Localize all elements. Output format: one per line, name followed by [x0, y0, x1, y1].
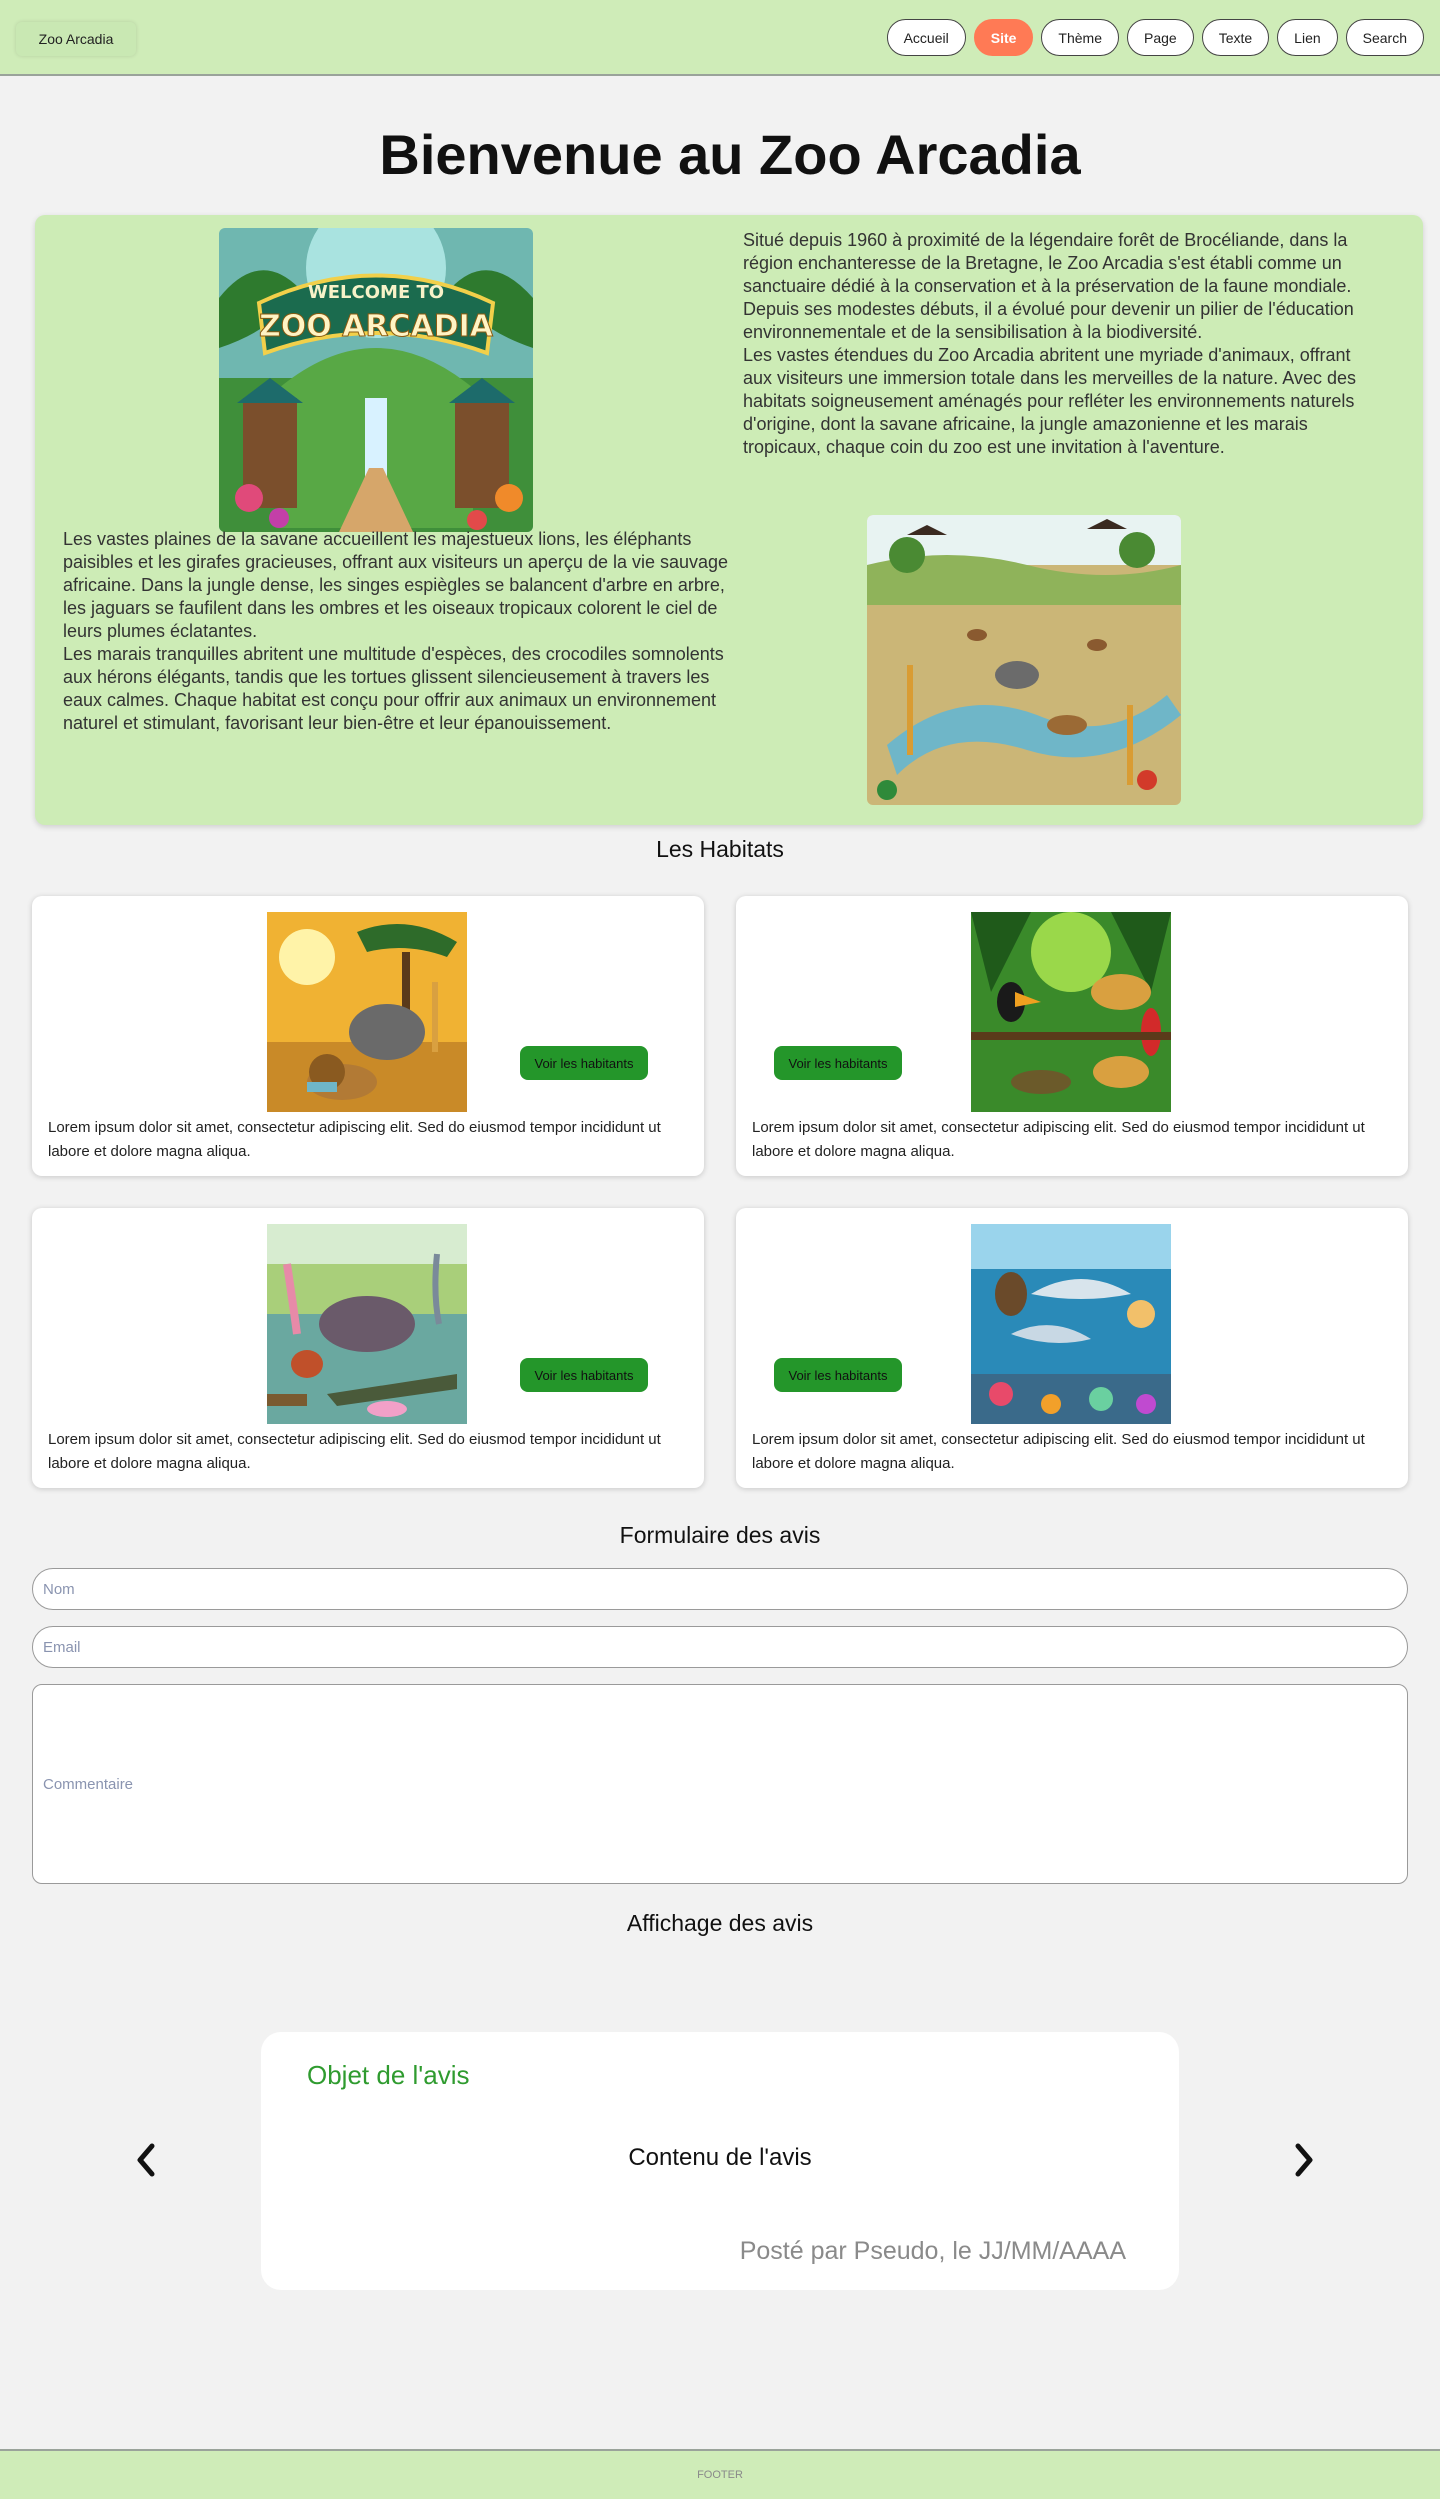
habitat-description-3: Lorem ipsum dolor sit amet, consectetur …	[48, 1431, 661, 1472]
page-footer: FOOTER	[0, 2449, 1440, 2499]
welcome-sign-main: ZOO ARCADIA	[259, 309, 494, 344]
review-content: Contenu de l'avis	[628, 2144, 812, 2171]
ocean-animals-image	[971, 1224, 1171, 1424]
marsh-animals-image	[267, 1224, 467, 1424]
habitat-card-jungle: Voir les habitants Lorem ipsum dolor sit…	[736, 896, 1408, 1176]
review-card: Objet de l'avis Contenu de l'avis Posté …	[261, 2032, 1179, 2290]
savanna-animals-image	[267, 912, 467, 1112]
nav-lien[interactable]: Lien	[1277, 19, 1338, 56]
jungle-animals-image	[971, 912, 1171, 1112]
voir-habitants-button-2[interactable]: Voir les habitants	[774, 1046, 902, 1080]
voir-habitants-button-1[interactable]: Voir les habitants	[520, 1046, 648, 1080]
savanna-landscape-image	[867, 515, 1181, 805]
form-title: Formulaire des avis	[619, 1522, 821, 1548]
review-subject: Objet de l'avis	[307, 2060, 470, 2090]
intro-panel: WELCOME TO ZOO ARCADIA Situé depuis 1960…	[35, 215, 1423, 825]
habitat-card-marsh: Voir les habitants Lorem ipsum dolor sit…	[32, 1208, 704, 1488]
comment-textarea[interactable]: Commentaire	[32, 1684, 1408, 1884]
carousel-prev-chevron-left-icon[interactable]	[130, 2140, 162, 2180]
nav-theme[interactable]: Thème	[1041, 19, 1119, 56]
review-meta: Posté par Pseudo, le JJ/MM/AAAA	[739, 2237, 1126, 2265]
habitat-card-savanna: Voir les habitants Lorem ipsum dolor sit…	[32, 896, 704, 1176]
nav-page[interactable]: Page	[1127, 19, 1194, 56]
habitats-title: Les Habitats	[656, 836, 784, 862]
habitat-description-2: Lorem ipsum dolor sit amet, consectetur …	[752, 1119, 1365, 1160]
nav-accueil[interactable]: Accueil	[886, 19, 966, 56]
nav-site[interactable]: Site	[973, 19, 1034, 56]
intro-paragraph-2: Les vastes plaines de la savane accueill…	[63, 529, 729, 733]
welcome-sign-top: WELCOME TO	[308, 282, 444, 303]
voir-habitants-button-4[interactable]: Voir les habitants	[774, 1358, 902, 1392]
zoo-entrance-image: WELCOME TO ZOO ARCADIA	[219, 228, 533, 532]
name-input[interactable]: Nom	[32, 1568, 1408, 1610]
top-navbar: Zoo Arcadia Accueil Site Thème Page Text…	[0, 0, 1440, 76]
nav-menu: Accueil Site Thème Page Texte Lien Searc…	[886, 19, 1424, 56]
reviews-title: Affichage des avis	[626, 1910, 814, 1936]
page-title: Bienvenue au Zoo Arcadia	[379, 123, 1081, 186]
carousel-next-chevron-right-icon[interactable]	[1288, 2140, 1320, 2180]
intro-paragraph-1: Situé depuis 1960 à proximité de la lége…	[743, 230, 1356, 457]
habitat-card-ocean: Voir les habitants Lorem ipsum dolor sit…	[736, 1208, 1408, 1488]
habitat-description-1: Lorem ipsum dolor sit amet, consectetur …	[48, 1119, 661, 1160]
nav-search[interactable]: Search	[1345, 19, 1424, 56]
nav-texte[interactable]: Texte	[1201, 19, 1270, 56]
voir-habitants-button-3[interactable]: Voir les habitants	[520, 1358, 648, 1392]
brand-button[interactable]: Zoo Arcadia	[16, 22, 136, 56]
email-input[interactable]: Email	[32, 1626, 1408, 1668]
habitat-description-4: Lorem ipsum dolor sit amet, consectetur …	[752, 1431, 1365, 1472]
